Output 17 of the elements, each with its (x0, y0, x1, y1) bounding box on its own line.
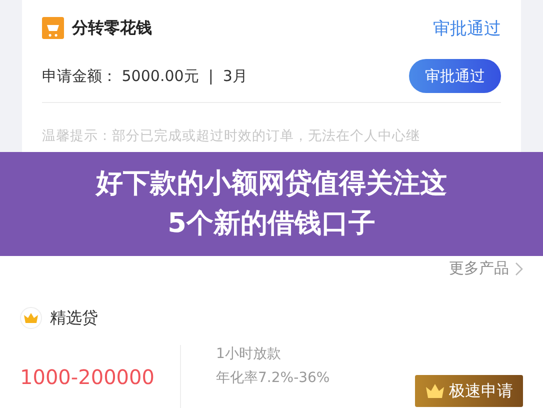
app-name: 分转零花钱 (72, 18, 152, 38)
approved-button[interactable]: 审批通过 (409, 59, 501, 93)
crown-icon (20, 307, 42, 329)
apply-button[interactable]: 极速申请 (415, 375, 523, 407)
chevron-right-icon (515, 262, 523, 276)
crown-icon (425, 383, 445, 399)
app-logo-icon (42, 17, 64, 39)
more-products-link[interactable]: 更多产品 (449, 259, 523, 278)
banner-title: 好下款的小额网贷值得关注这 (96, 167, 447, 201)
product-feature: 年化率7.2%-36% (216, 369, 331, 387)
notice-text: 温馨提示：部分已完成或超过时效的订单，无法在个人中心继 (42, 127, 421, 145)
approval-status: 审批通过 (433, 18, 501, 40)
banner-title: 5个新的借钱口子 (168, 207, 376, 241)
amount-text: 申请金额： 5000.00元 | 3月 (42, 66, 248, 86)
product-feature: 1小时放款 (216, 345, 282, 363)
amount-range: 1000-200000 (20, 345, 181, 408)
product-name: 精选贷 (50, 308, 98, 328)
